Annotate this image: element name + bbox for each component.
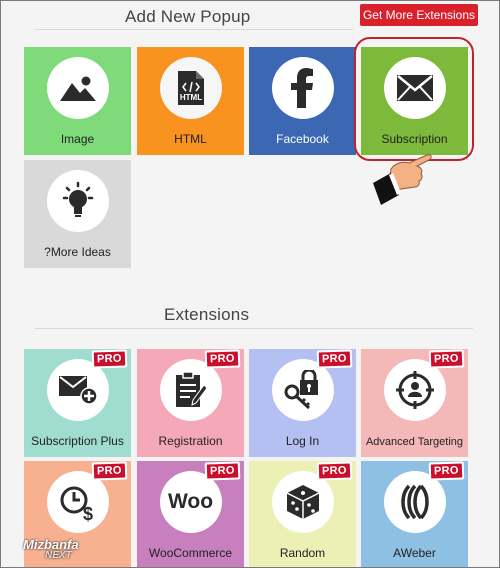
title-divider: [35, 29, 353, 30]
tile-facebook-label: Facebook: [276, 132, 329, 146]
extensions-divider: [35, 328, 473, 329]
tile-subscription-plus[interactable]: PRO Subscription Plus: [24, 349, 131, 457]
pro-badge: PRO: [316, 349, 353, 369]
svg-text:HTML: HTML: [179, 93, 201, 102]
pro-badge: PRO: [428, 461, 465, 481]
pro-badge: PRO: [316, 461, 353, 481]
lightbulb-icon: [46, 170, 109, 232]
tile-registration-label: Registration: [158, 434, 223, 448]
tile-facebook[interactable]: Facebook: [249, 47, 356, 155]
tile-random[interactable]: PRO Random: [249, 461, 356, 567]
pro-badge: PRO: [428, 349, 465, 369]
tile-advanced-targeting-label: Advanced Targeting: [365, 436, 464, 448]
tile-image[interactable]: Image: [24, 47, 131, 155]
tile-image-label: Image: [60, 132, 95, 146]
watermark: Mizbanfa NEXT: [23, 537, 79, 561]
tile-random-label: Random: [279, 546, 326, 560]
pro-badge: PRO: [91, 461, 128, 481]
html-file-icon: HTML: [159, 57, 222, 119]
tile-html-label: HTML: [174, 132, 207, 146]
extensions-title: Extensions: [164, 305, 250, 324]
pro-badge: PRO: [91, 349, 128, 369]
add-new-popup-title: Add New Popup: [125, 7, 251, 26]
pro-badge: PRO: [204, 461, 241, 481]
pro-badge: PRO: [204, 349, 241, 369]
tile-more-ideas-label: ?More Ideas: [44, 245, 111, 259]
image-icon: [46, 57, 109, 119]
pointing-hand-icon: [369, 149, 437, 216]
tile-aweber-label: AWeber: [393, 546, 436, 560]
get-more-extensions-button[interactable]: Get More Extensions: [360, 4, 478, 26]
watermark-line1: Mizbanfa: [23, 537, 79, 552]
tile-advanced-targeting[interactable]: PRO Advanced Targeting: [361, 349, 468, 457]
extensions-panel: Add New Popup Get More Extensions Image …: [0, 0, 500, 568]
facebook-icon: [271, 57, 334, 119]
tile-registration[interactable]: PRO Registration: [137, 349, 244, 457]
tile-woocommerce-label: WooCommerce: [148, 546, 233, 560]
tile-log-in-label: Log In: [285, 434, 320, 448]
tile-subscription-plus-label: Subscription Plus: [31, 434, 124, 448]
tile-log-in[interactable]: PRO Log In: [249, 349, 356, 457]
tile-aweber[interactable]: PRO AWeber: [361, 461, 468, 567]
tile-woocommerce[interactable]: Woo PRO WooCommerce: [137, 461, 244, 567]
tile-more-ideas[interactable]: ?More Ideas: [24, 160, 131, 268]
selection-highlight: [354, 37, 474, 161]
tile-html[interactable]: HTML HTML: [137, 47, 244, 155]
svg-text:$: $: [82, 504, 92, 522]
woo-icon-text: Woo: [167, 490, 214, 513]
